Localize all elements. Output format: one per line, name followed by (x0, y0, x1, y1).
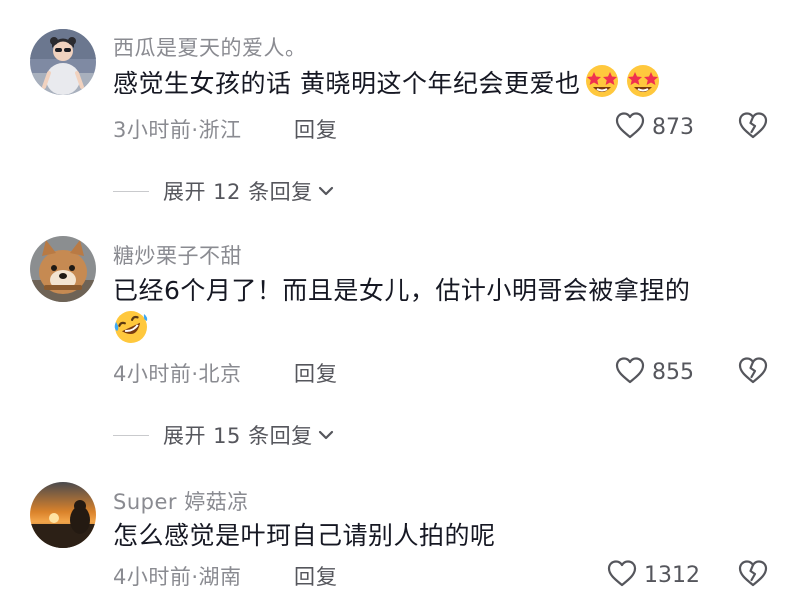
star-struck-emoji (624, 64, 662, 109)
like-button[interactable]: 855 (614, 355, 694, 389)
broken-heart-icon (737, 357, 769, 389)
avatar[interactable] (30, 482, 96, 548)
heart-outline-icon (614, 110, 646, 144)
avatar[interactable] (30, 29, 96, 95)
like-button[interactable]: 873 (614, 110, 694, 144)
comment-text-body: 感觉生女孩的话 黄晓明这个年纪会更爱也 (113, 69, 581, 98)
comment-meta: 3小时前·浙江 (113, 118, 242, 142)
comment-text: 感觉生女孩的话 黄晓明这个年纪会更爱也 (113, 64, 753, 109)
expand-replies-button[interactable]: 展开 15 条回复 (113, 420, 335, 450)
reply-button[interactable]: 回复 (294, 358, 338, 388)
divider-line (113, 434, 149, 436)
divider-line (113, 190, 149, 192)
star-struck-emoji (583, 64, 621, 109)
broken-heart-icon (737, 560, 769, 592)
reply-button[interactable]: 回复 (294, 114, 338, 144)
like-button[interactable]: 1312 (606, 558, 700, 592)
heart-outline-icon (614, 355, 646, 389)
comment-text: 已经6个月了！而且是女儿，估计小明哥会被拿捏的 (113, 272, 753, 355)
like-count: 873 (652, 114, 694, 140)
comment-text-body: 已经6个月了！而且是女儿，估计小明哥会被拿捏的 (113, 276, 691, 305)
like-count: 1312 (644, 562, 700, 588)
avatar[interactable] (30, 236, 96, 302)
comment-text-body: 怎么感觉是叶珂自己请别人拍的呢 (113, 521, 496, 550)
reply-button[interactable]: 回复 (294, 561, 338, 591)
rolling-laughing-emoji (113, 310, 149, 355)
broken-heart-icon (737, 112, 769, 144)
like-count: 855 (652, 359, 694, 385)
expand-replies-button[interactable]: 展开 12 条回复 (113, 176, 335, 206)
dislike-button[interactable] (737, 110, 769, 144)
username[interactable]: Super 婷菇凉 (113, 486, 249, 516)
chevron-down-icon (317, 426, 335, 445)
dislike-button[interactable] (737, 558, 769, 592)
dislike-button[interactable] (737, 355, 769, 389)
comment-text: 怎么感觉是叶珂自己请别人拍的呢 (113, 517, 753, 555)
expand-replies-label: 展开 12 条回复 (163, 180, 313, 204)
username[interactable]: 糖炒栗子不甜 (113, 240, 242, 270)
heart-outline-icon (606, 558, 638, 592)
comment-meta: 4小时前·北京 (113, 362, 242, 386)
username[interactable]: 西瓜是夏天的爱人。 (113, 32, 307, 62)
chevron-down-icon (317, 182, 335, 201)
comment-meta: 4小时前·湖南 (113, 565, 242, 589)
expand-replies-label: 展开 15 条回复 (163, 424, 313, 448)
